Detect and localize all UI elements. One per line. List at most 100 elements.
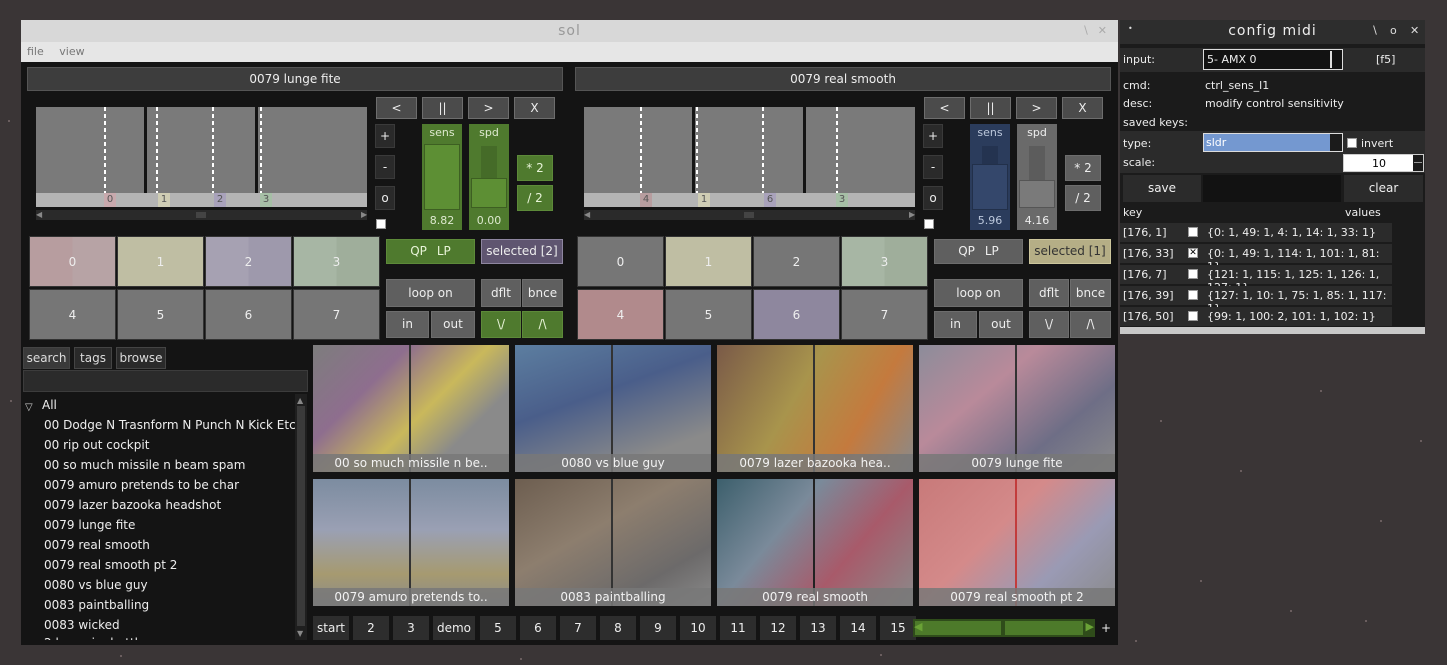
in-button[interactable]: in — [386, 311, 429, 338]
clip-thumbnail[interactable]: 0079 amuro pretends to.. — [313, 479, 509, 606]
tab-tags[interactable]: tags — [74, 347, 112, 369]
list-item[interactable]: 0079 lazer bazooka headshot — [44, 498, 221, 512]
save-button[interactable]: save — [1123, 175, 1201, 202]
page-button[interactable]: 6 — [520, 616, 556, 640]
spd-slider[interactable]: spd 0.00 — [469, 124, 509, 230]
in-button[interactable]: in — [934, 311, 977, 338]
clip-thumbnail[interactable]: 0079 real smooth — [717, 479, 913, 606]
qp-lp-toggle[interactable]: QP LP — [934, 239, 1023, 264]
config-scrollbar[interactable] — [1120, 327, 1425, 334]
up-button[interactable]: /\ — [1070, 311, 1111, 338]
pad[interactable]: 0 — [29, 236, 116, 287]
main-titlebar[interactable]: sol ∖ ✕ — [21, 20, 1118, 42]
page-button[interactable]: 3 — [393, 616, 429, 640]
invert-checkbox[interactable] — [1347, 138, 1357, 148]
tree-expand-icon[interactable]: ▽ — [25, 402, 33, 413]
page-button[interactable]: 10 — [680, 616, 716, 640]
minimize-icon[interactable]: ∖ — [1082, 20, 1090, 42]
dflt-button[interactable]: dflt — [1029, 279, 1069, 307]
tab-search[interactable]: search — [23, 347, 70, 369]
deck-left-waveform[interactable]: 0 1 2 3 — [36, 107, 367, 207]
clip-thumbnail[interactable]: 00 so much missile n be.. — [313, 345, 509, 472]
loop-on-button[interactable]: loop on — [386, 279, 475, 307]
pad[interactable]: 2 — [205, 236, 292, 287]
minus-button[interactable]: - — [375, 155, 395, 179]
row-checkbox[interactable] — [1188, 227, 1198, 237]
list-item[interactable]: 00 rip out cockpit — [44, 438, 149, 452]
pad[interactable]: 6 — [753, 289, 840, 340]
add-page-button[interactable]: + — [1098, 616, 1114, 640]
table-row[interactable]: [176, 1] {0: 1, 49: 1, 4: 1, 14: 1, 33: … — [1120, 223, 1392, 242]
clip-thumbnail[interactable]: 0079 lunge fite — [919, 345, 1115, 472]
clip-thumbnail[interactable]: 0079 lazer bazooka hea.. — [717, 345, 913, 472]
stop-button[interactable]: X — [514, 97, 555, 119]
pad[interactable]: 6 — [205, 289, 292, 340]
plus-button[interactable]: + — [375, 124, 395, 148]
list-item[interactable]: 0079 real smooth pt 2 — [44, 558, 177, 572]
config-midi-titlebar[interactable]: • config midi ∖ o ✕ — [1120, 20, 1425, 44]
row-checkbox[interactable] — [1188, 269, 1198, 279]
up-button[interactable]: /\ — [522, 311, 563, 338]
pad[interactable]: 1 — [117, 236, 204, 287]
list-item[interactable]: 00 so much missile n beam spam — [44, 458, 245, 472]
pad[interactable]: 4 — [577, 289, 664, 340]
page-button[interactable]: 8 — [600, 616, 636, 640]
page-button[interactable]: 5 — [480, 616, 516, 640]
page-button[interactable]: 14 — [840, 616, 876, 640]
out-button[interactable]: out — [979, 311, 1023, 338]
plus-button[interactable]: + — [923, 124, 943, 148]
tree-scrollbar[interactable]: ▲ ▼ — [295, 394, 307, 640]
clear-button[interactable]: clear — [1344, 175, 1423, 202]
reset-button[interactable]: o — [375, 186, 395, 210]
clip-thumbnail[interactable]: 0080 vs blue guy — [515, 345, 711, 472]
deck-left-checkbox[interactable] — [376, 219, 386, 229]
scale-spinbox[interactable]: 10 — [1343, 154, 1424, 172]
page-button[interactable]: 7 — [560, 616, 596, 640]
table-row[interactable]: [176, 7] {121: 1, 115: 1, 125: 1, 126: 1… — [1120, 265, 1392, 294]
page-button[interactable]: 9 — [640, 616, 676, 640]
page-button[interactable]: 15 — [880, 616, 916, 640]
deck-right-checkbox[interactable] — [924, 219, 934, 229]
deck-right-scrollbar[interactable]: ◀ ▶ — [584, 210, 915, 220]
tab-browse[interactable]: browse — [116, 347, 166, 369]
sens-slider[interactable]: sens 5.96 — [970, 124, 1010, 230]
pad[interactable]: 4 — [29, 289, 116, 340]
stop-button[interactable]: X — [1062, 97, 1103, 119]
table-row[interactable]: [176, 33] ✕ {0: 1, 49: 1, 114: 1, 101: 1… — [1120, 244, 1392, 273]
next-button[interactable]: > — [1016, 97, 1057, 119]
row-checkbox[interactable]: ✕ — [1188, 248, 1198, 258]
pad[interactable]: 5 — [665, 289, 752, 340]
table-row[interactable]: [176, 39] {127: 1, 10: 1, 75: 1, 85: 1, … — [1120, 286, 1392, 315]
bnce-button[interactable]: bnce — [1070, 279, 1111, 307]
page-button[interactable]: 11 — [720, 616, 756, 640]
list-item[interactable]: 0083 wicked — [44, 618, 120, 632]
page-button[interactable]: 12 — [760, 616, 796, 640]
tree-root[interactable]: All — [42, 398, 57, 412]
midi-input-select[interactable]: 5- AMX 0 — [1203, 49, 1343, 70]
selected-button[interactable]: selected [2] — [481, 239, 563, 264]
sens-slider[interactable]: sens 8.82 — [422, 124, 462, 230]
list-item[interactable]: 0079 amuro pretends to be char — [44, 478, 239, 492]
close-icon[interactable]: ✕ — [1098, 20, 1108, 42]
page-demo[interactable]: demo — [433, 616, 475, 640]
list-item[interactable]: 00 Dodge N Trasnform N Punch N Kick Etc — [44, 418, 296, 432]
maximize-icon[interactable]: o — [1390, 24, 1397, 37]
pad[interactable]: 2 — [753, 236, 840, 287]
page-button[interactable]: 2 — [353, 616, 389, 640]
pause-button[interactable]: || — [970, 97, 1011, 119]
page-scrollbar[interactable]: ◀ ▶ — [913, 619, 1095, 637]
selected-button[interactable]: selected [1] — [1029, 239, 1111, 264]
pad[interactable]: 3 — [841, 236, 928, 287]
page-start[interactable]: start — [313, 616, 349, 640]
pad[interactable]: 3 — [293, 236, 380, 287]
type-select[interactable]: sldr — [1203, 133, 1343, 152]
menu-file[interactable]: file — [21, 42, 50, 61]
prev-button[interactable]: < — [376, 97, 417, 119]
clip-thumbnail[interactable]: 0083 paintballing — [515, 479, 711, 606]
pad[interactable]: 7 — [293, 289, 380, 340]
down-button[interactable]: \/ — [1029, 311, 1069, 338]
out-button[interactable]: out — [431, 311, 475, 338]
pad[interactable]: 1 — [665, 236, 752, 287]
loop-on-button[interactable]: loop on — [934, 279, 1023, 307]
next-button[interactable]: > — [468, 97, 509, 119]
